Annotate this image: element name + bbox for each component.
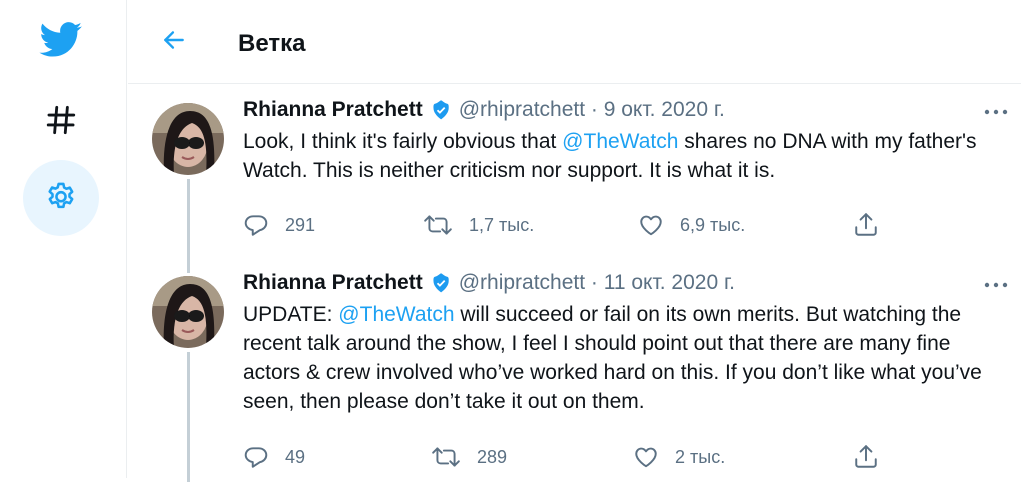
gear-icon — [44, 179, 78, 218]
retweet-icon — [431, 444, 461, 470]
hashtag-icon — [44, 103, 78, 142]
tweet-text: Look, I think it's fairly obvious that @… — [243, 127, 1013, 185]
retweet-button[interactable]: 1,7 тыс. — [423, 210, 534, 240]
like-button[interactable]: 6,9 тыс. — [638, 210, 745, 240]
thread-connector — [187, 179, 190, 255]
share-button[interactable] — [853, 442, 879, 472]
reply-button[interactable]: 49 — [243, 442, 305, 472]
mention-link[interactable]: @TheWatch — [338, 303, 454, 326]
author-handle-date[interactable]: @rhipratchett · 11 окт. 2020 г. — [459, 270, 735, 296]
thread-column: Ветка Rhianna Pratchett @rhipratchett · … — [128, 0, 1021, 482]
tweet-actions: 49 289 2 тыс. — [243, 442, 883, 472]
avatar[interactable] — [152, 276, 224, 348]
page-title: Ветка — [238, 30, 306, 57]
retweet-button[interactable]: 289 — [431, 442, 507, 472]
mention-link[interactable]: @TheWatch — [562, 130, 678, 153]
retweet-count: 1,7 тыс. — [469, 214, 535, 235]
retweet-icon — [423, 212, 453, 238]
more-dots-icon — [984, 275, 1008, 293]
twitter-logo-icon — [39, 21, 83, 63]
author-handle-date[interactable]: @rhipratchett · 9 окт. 2020 г. — [459, 97, 725, 123]
tweet-text-part: UPDATE: — [243, 303, 339, 326]
author-name[interactable]: Rhianna Pratchett — [243, 270, 423, 296]
twitter-home-button[interactable] — [23, 4, 99, 80]
tweet-text-part: Look, I think it's fairly obvious that — [243, 130, 563, 153]
sidebar — [0, 0, 127, 478]
share-button[interactable] — [853, 210, 879, 240]
tweet[interactable]: Rhianna Pratchett @rhipratchett · 11 окт… — [128, 255, 1021, 482]
page-header: Ветка — [128, 0, 1021, 84]
like-count: 2 тыс. — [675, 446, 726, 467]
tweet-actions: 291 1,7 тыс. 6,9 тыс. — [243, 210, 883, 240]
heart-icon — [633, 444, 659, 470]
back-arrow-icon — [161, 27, 187, 58]
reply-count: 291 — [285, 214, 316, 235]
share-icon — [853, 444, 879, 470]
tweet[interactable]: Rhianna Pratchett @rhipratchett · 9 окт.… — [128, 85, 1021, 255]
tweet-header: Rhianna Pratchett @rhipratchett · 11 окт… — [243, 270, 735, 296]
settings-button[interactable] — [23, 160, 99, 236]
verified-badge-icon — [429, 271, 453, 295]
more-dots-icon — [984, 102, 1008, 120]
share-icon — [853, 212, 879, 238]
like-button[interactable]: 2 тыс. — [633, 442, 725, 472]
avatar[interactable] — [152, 103, 224, 175]
reply-count: 49 — [285, 446, 306, 467]
more-options-button[interactable] — [981, 101, 1011, 121]
heart-icon — [638, 212, 664, 238]
more-options-button[interactable] — [981, 274, 1011, 294]
verified-badge-icon — [429, 98, 453, 122]
reply-button[interactable]: 291 — [243, 210, 315, 240]
thread-connector — [187, 352, 190, 482]
like-count: 6,9 тыс. — [680, 214, 746, 235]
explore-button[interactable] — [23, 84, 99, 160]
tweet-header: Rhianna Pratchett @rhipratchett · 9 окт.… — [243, 97, 725, 123]
tweet-text: UPDATE: @TheWatch will succeed or fail o… — [243, 300, 1013, 416]
retweet-count: 289 — [477, 446, 508, 467]
author-name[interactable]: Rhianna Pratchett — [243, 97, 423, 123]
thread-connector — [187, 255, 190, 273]
reply-icon — [243, 212, 269, 238]
reply-icon — [243, 444, 269, 470]
back-button[interactable] — [154, 22, 194, 62]
